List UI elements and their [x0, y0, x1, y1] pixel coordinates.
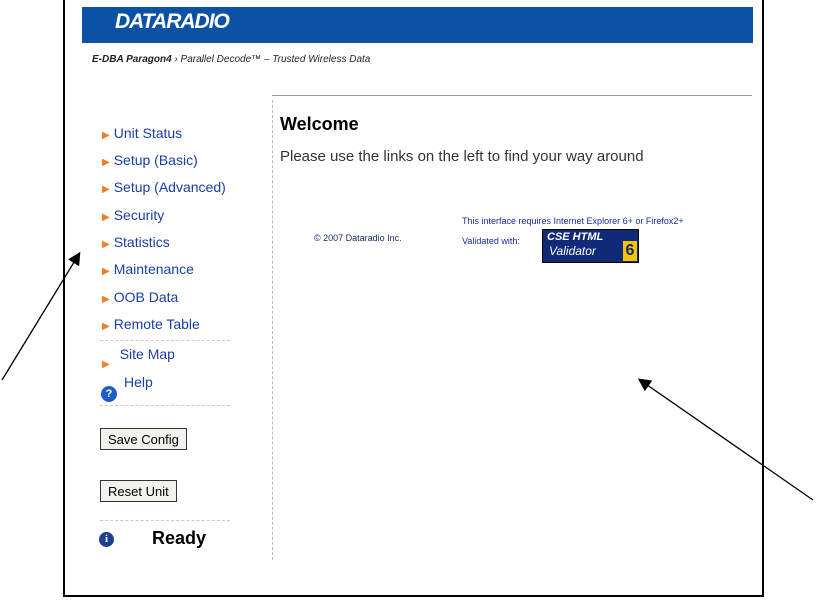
annotation-arrow-left	[1, 251, 81, 381]
annotation-arrows	[1, 251, 814, 501]
annotation-arrow-right	[637, 378, 814, 501]
